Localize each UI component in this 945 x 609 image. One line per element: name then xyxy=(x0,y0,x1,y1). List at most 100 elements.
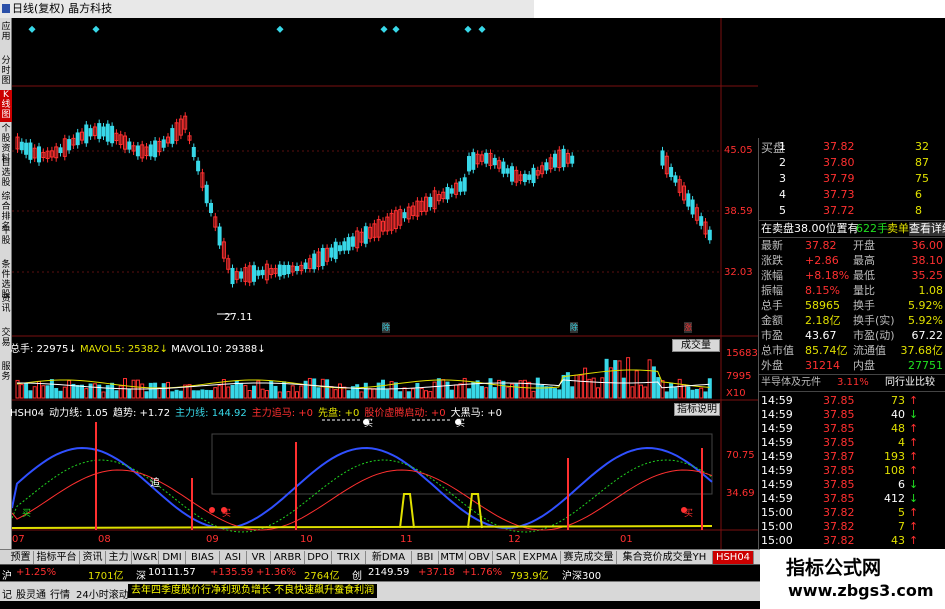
left-tab-7[interactable]: 条件选股 xyxy=(0,260,12,300)
order-book-row[interactable]: 2 37.80 87 xyxy=(759,156,945,170)
quote-value: 5.92% xyxy=(908,299,943,312)
left-tab-2[interactable]: K线图 xyxy=(0,90,12,122)
bottom-tab-8[interactable]: VR xyxy=(247,551,271,564)
quote-label: 最高 xyxy=(853,254,875,267)
indicator-value: 144.92 xyxy=(211,408,247,419)
bottom-tab-4[interactable]: W&R xyxy=(132,551,159,564)
index-item-0[interactable]: 沪 xyxy=(2,567,12,582)
bottom-tab-10[interactable]: DPO xyxy=(305,551,332,564)
bottom-tab-15[interactable]: OBV xyxy=(466,551,493,564)
bottom-tab-6[interactable]: BIAS xyxy=(186,551,220,564)
indicator-help-button[interactable]: 指标说明 xyxy=(674,403,720,416)
left-tab-4[interactable]: 自选股 xyxy=(0,158,12,190)
bottom-tab-5[interactable]: DMI xyxy=(159,551,186,564)
date-label-0: 07 xyxy=(12,534,25,545)
bottom-tab-17[interactable]: EXPMA xyxy=(520,551,561,564)
bottom-tab-11[interactable]: TRIX xyxy=(332,551,366,564)
bottom-tab-1[interactable]: 指标平台 xyxy=(34,551,80,564)
index-item-10[interactable]: +37.18 xyxy=(418,567,455,578)
index-item-4[interactable]: 10111.57 xyxy=(148,567,196,578)
sector-name[interactable]: 半导体及元件 xyxy=(761,376,821,390)
indicator-item-1: 趋势: +1.72 xyxy=(112,408,171,419)
left-tab-1[interactable]: 分时图 xyxy=(0,56,12,88)
bottom-tab-7[interactable]: ASI xyxy=(220,551,247,564)
left-tab-8[interactable]: 资讯 xyxy=(0,294,12,326)
tick-volume: 48 xyxy=(891,422,905,435)
left-tab-5[interactable]: 综合排名 xyxy=(0,192,12,232)
index-item-2[interactable]: 1701亿 xyxy=(88,567,123,582)
arrow-up-icon: ↑ xyxy=(909,506,919,519)
quote-value: 85.74亿 xyxy=(805,344,848,357)
arrow-down-icon: ↓ xyxy=(909,492,919,505)
left-tab-3[interactable]: 个股资料 xyxy=(0,124,12,164)
indicator-tab-bar: 预置 指标平台 资讯 主力 W&R DMI BIAS ASI VR ARBR DPO TRIX 新DMA… xyxy=(0,549,760,564)
index-item-7[interactable]: 2764亿 xyxy=(304,567,339,582)
tick-volume: 43 xyxy=(891,534,905,547)
quote-label: 市盈 xyxy=(761,329,783,342)
left-tab-10[interactable]: 服务 xyxy=(0,362,12,394)
quote-value: 1.08 xyxy=(918,284,944,297)
order-price: 37.73 xyxy=(823,188,855,201)
date-label-1: 08 xyxy=(98,534,111,545)
bottom-tab-19[interactable]: 集合竞价成交量YH xyxy=(617,551,713,564)
bottom-tab-18[interactable]: 赛克成交量 xyxy=(561,551,617,564)
event-marker-1[interactable]: 除 xyxy=(570,322,578,333)
status-item-3[interactable]: 行情 xyxy=(50,586,70,601)
left-tab-6[interactable]: 牛股 xyxy=(0,226,12,258)
index-item-8[interactable]: 创 xyxy=(352,567,362,582)
sector-compare-button[interactable]: 同行业比较 xyxy=(885,376,935,390)
volume-total: 22975 xyxy=(36,344,69,355)
index-item-6[interactable]: +1.36% xyxy=(256,567,296,578)
index-item-12[interactable]: 793.9亿 xyxy=(510,567,549,582)
volume-button[interactable]: 成交量 xyxy=(672,339,720,352)
index-item-9[interactable]: 2149.59 xyxy=(368,567,409,578)
order-volume: 75 xyxy=(915,172,929,185)
status-item-2[interactable]: 股灵通 xyxy=(16,586,46,601)
bottom-tab-2[interactable]: 资讯 xyxy=(80,551,106,564)
bottom-tab-0[interactable]: 预置 xyxy=(8,551,34,564)
index-item-13[interactable]: 沪深300 xyxy=(562,567,601,582)
event-marker-2[interactable]: 涨 xyxy=(684,322,692,333)
event-marker-0[interactable]: 除 xyxy=(382,322,390,333)
news-ticker[interactable]: 去年四季度股价行净利现负增长 不良快速飙升蚕食利润 xyxy=(128,584,378,598)
bottom-tab-12[interactable]: 新DMA xyxy=(366,551,412,564)
bottom-tab-16[interactable]: SAR xyxy=(493,551,520,564)
tick-price: 37.85 xyxy=(823,478,855,491)
bottom-tab-9[interactable]: ARBR xyxy=(271,551,305,564)
sector-row[interactable]: 半导体及元件 3.11% 同行业比较 xyxy=(759,376,945,390)
low-price-mark: 27.11 xyxy=(224,312,253,323)
indicator-label: 主力线 xyxy=(175,408,206,419)
quote-row: 总市值 85.74亿 流通值 37.68亿 xyxy=(759,344,945,358)
quote-value: 8.15% xyxy=(805,284,840,297)
indicator-item-3: 主力追马: +0 xyxy=(251,408,314,419)
order-book-row[interactable]: 1 37.82 32 xyxy=(759,140,945,154)
watermark-url: www.zbgs3.com xyxy=(788,581,934,600)
order-level: 5 xyxy=(779,204,786,217)
tick-price: 37.85 xyxy=(823,408,855,421)
bottom-tab-20[interactable]: HSH04 xyxy=(713,551,754,564)
tick-time: 14:59 xyxy=(761,422,793,435)
status-bar: 记 股灵通 行情 24小时滚动 去年四季度股价行净利现负增长 不良快速飙升蚕食利… xyxy=(0,581,760,601)
bottom-tab-13[interactable]: BBI xyxy=(412,551,439,564)
index-item-11[interactable]: +1.76% xyxy=(462,567,502,578)
index-item-5[interactable]: +135.59 xyxy=(210,567,253,578)
buy-signal-3: 买 xyxy=(456,419,466,429)
index-item-1[interactable]: +1.25% xyxy=(16,567,56,578)
order-book-row[interactable]: 3 37.79 75 xyxy=(759,172,945,186)
chart-area[interactable] xyxy=(12,18,758,549)
status-item-1[interactable]: 记 xyxy=(2,586,12,601)
quote-value: 38.10 xyxy=(911,254,944,267)
order-level: 3 xyxy=(779,172,786,185)
bottom-tab-3[interactable]: 主力 xyxy=(106,551,132,564)
order-book-row[interactable]: 5 37.72 8 xyxy=(759,204,945,218)
status-item-4[interactable]: 24小时滚动 xyxy=(76,586,129,601)
tick-volume: 108 xyxy=(884,464,905,477)
bottom-tab-14[interactable]: MTM xyxy=(439,551,466,564)
order-book-row[interactable]: 4 37.73 6 xyxy=(759,188,945,202)
ticker-status-row[interactable]: 在卖盘38.00位置有 622手 卖单! 查看详细 xyxy=(759,222,945,236)
index-item-3[interactable]: 深 xyxy=(136,567,146,582)
left-tab-0[interactable]: 应用 xyxy=(0,22,12,54)
quote-label: 振幅 xyxy=(761,284,783,297)
view-detail-button[interactable]: 查看详细 xyxy=(909,222,945,236)
quote-value: +2.86 xyxy=(805,254,839,267)
